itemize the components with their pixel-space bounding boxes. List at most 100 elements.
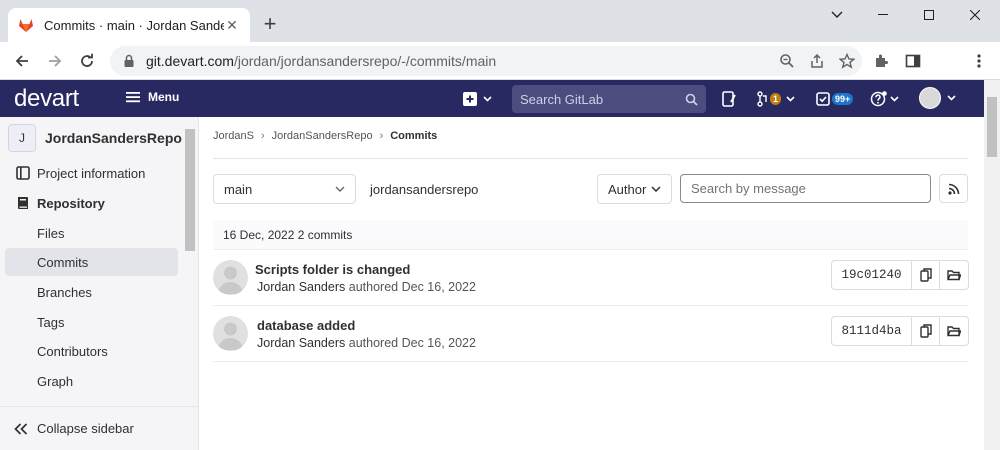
commit-date: Dec 16, 2022 bbox=[401, 336, 476, 350]
author-dropdown[interactable]: Author bbox=[597, 174, 672, 204]
url-host: git.devart.com bbox=[146, 53, 234, 69]
sidebar-item-label: Tags bbox=[37, 314, 65, 330]
create-new-button[interactable] bbox=[463, 88, 492, 110]
collapse-sidebar-button[interactable]: Collapse sidebar bbox=[0, 406, 198, 450]
extensions-icon[interactable] bbox=[869, 49, 893, 73]
side-panel-icon[interactable] bbox=[901, 49, 925, 73]
repo-name-label: jordansandersrepo bbox=[370, 182, 479, 197]
copy-sha-button[interactable] bbox=[912, 317, 940, 345]
devart-logo[interactable]: devart bbox=[14, 85, 79, 113]
merge-requests-button[interactable]: 1 bbox=[757, 88, 795, 110]
menu-button[interactable]: Menu bbox=[126, 90, 179, 104]
browser-menu-icon[interactable] bbox=[967, 49, 991, 73]
project-name: JordanSandersRepo bbox=[45, 130, 182, 146]
sidebar-item-label: Branches bbox=[37, 284, 92, 300]
project-avatar: J bbox=[8, 124, 36, 152]
commit-verb: authored bbox=[348, 336, 399, 350]
gitlab-favicon-icon bbox=[19, 19, 33, 32]
sidebar-item-commits[interactable]: Commits bbox=[5, 248, 178, 276]
breadcrumb-item-user[interactable]: JordanS bbox=[213, 130, 254, 142]
commit-sha-group: 8111d4ba bbox=[831, 316, 969, 346]
copy-icon bbox=[919, 268, 932, 282]
branch-value: main bbox=[224, 181, 253, 197]
chevron-down-icon bbox=[651, 186, 661, 192]
sidebar-item-contributors[interactable]: Contributors bbox=[5, 337, 178, 365]
sidebar-item-repository[interactable]: Repository bbox=[5, 189, 178, 217]
reload-icon[interactable] bbox=[75, 49, 99, 73]
folder-open-icon bbox=[947, 270, 961, 281]
commit-row: Scripts folder is changed Jordan Sanders… bbox=[213, 250, 969, 306]
sidebar-item-tags[interactable]: Tags bbox=[5, 308, 178, 336]
sidebar-item-graph[interactable]: Graph bbox=[5, 367, 178, 395]
breadcrumb-chevron-icon: › bbox=[379, 130, 384, 142]
maximize-icon[interactable] bbox=[906, 0, 952, 30]
tab-search-icon[interactable] bbox=[814, 0, 860, 30]
close-tab-icon[interactable]: ✕ bbox=[224, 17, 240, 33]
forward-arrow-icon[interactable] bbox=[43, 49, 67, 73]
back-arrow-icon[interactable] bbox=[10, 49, 34, 73]
address-bar: git.devart.com/jordan/jordansandersrepo/… bbox=[0, 42, 1000, 80]
sidebar-item-project-information[interactable]: Project information bbox=[5, 159, 178, 187]
close-window-icon[interactable] bbox=[952, 0, 998, 30]
sidebar-item-label: Repository bbox=[37, 195, 105, 211]
author-avatar[interactable] bbox=[213, 260, 248, 295]
share-icon[interactable] bbox=[802, 49, 832, 73]
todos-button[interactable]: 99+ bbox=[816, 88, 854, 110]
rss-icon bbox=[947, 183, 959, 195]
collapse-sidebar-label: Collapse sidebar bbox=[37, 421, 134, 436]
browse-files-button[interactable] bbox=[940, 261, 968, 289]
zoom-icon[interactable] bbox=[772, 49, 802, 73]
search-by-message-input[interactable] bbox=[680, 174, 931, 203]
gitlab-top-nav: devart Menu Search GitLab 1 99+ bbox=[0, 80, 984, 117]
url-path: /jordan/jordansandersrepo/-/commits/main bbox=[233, 53, 497, 69]
author-avatar[interactable] bbox=[213, 316, 248, 351]
page-scrollbar-thumb[interactable] bbox=[987, 97, 997, 157]
todo-check-icon bbox=[816, 92, 830, 106]
project-header[interactable]: J JordanSandersRepo bbox=[8, 121, 182, 155]
browser-tab[interactable]: Commits · main · Jordan Sanders ✕ bbox=[8, 8, 250, 42]
commit-sha-link[interactable]: 8111d4ba bbox=[832, 317, 912, 345]
breadcrumb-chevron-icon: › bbox=[260, 130, 265, 142]
copy-sha-button[interactable] bbox=[912, 261, 940, 289]
branch-dropdown[interactable]: main bbox=[213, 174, 356, 204]
issues-icon[interactable] bbox=[722, 88, 737, 110]
commit-sha-link[interactable]: 19c01240 bbox=[832, 261, 912, 289]
gitlab-search-input[interactable]: Search GitLab bbox=[512, 85, 706, 113]
lock-icon bbox=[124, 54, 134, 67]
commit-verb: authored bbox=[348, 280, 399, 294]
breadcrumb: JordanS › JordanSandersRepo › Commits bbox=[213, 130, 437, 142]
sidebar-item-label: Graph bbox=[37, 373, 74, 389]
plus-square-icon bbox=[463, 92, 477, 106]
commit-author[interactable]: Jordan Sanders bbox=[257, 336, 345, 350]
todo-count-badge: 99+ bbox=[832, 93, 854, 105]
sidebar-item-label: Contributors bbox=[37, 343, 108, 359]
project-sidebar: J JordanSandersRepo Project information … bbox=[0, 117, 199, 450]
page-scrollbar[interactable] bbox=[984, 80, 1000, 450]
merge-request-icon bbox=[757, 91, 767, 107]
commit-sha-group: 19c01240 bbox=[831, 260, 969, 290]
rss-feed-button[interactable] bbox=[939, 174, 968, 203]
browse-files-button[interactable] bbox=[940, 317, 968, 345]
new-tab-icon[interactable]: + bbox=[258, 13, 282, 37]
main-content: JordanS › JordanSandersRepo › Commits ma… bbox=[199, 117, 984, 450]
commit-author[interactable]: Jordan Sanders bbox=[257, 280, 345, 294]
copy-icon bbox=[919, 324, 932, 338]
help-button[interactable] bbox=[870, 88, 899, 110]
hamburger-icon bbox=[126, 92, 140, 103]
divider bbox=[213, 158, 968, 159]
search-placeholder: Search GitLab bbox=[520, 91, 604, 107]
sidebar-scrollbar[interactable] bbox=[185, 129, 195, 251]
user-menu-button[interactable] bbox=[919, 87, 956, 109]
chevron-down-icon bbox=[947, 95, 956, 101]
sidebar-item-files[interactable]: Files bbox=[5, 219, 178, 247]
url-field[interactable]: git.devart.com/jordan/jordansandersrepo/… bbox=[110, 46, 862, 76]
commit-title[interactable]: database added bbox=[257, 318, 355, 333]
browser-tabstrip: Commits · main · Jordan Sanders ✕ + bbox=[0, 0, 1000, 42]
bookmark-star-icon[interactable] bbox=[832, 49, 862, 73]
breadcrumb-item-current[interactable]: Commits bbox=[390, 130, 437, 142]
minimize-icon[interactable] bbox=[860, 0, 906, 30]
breadcrumb-item-project[interactable]: JordanSandersRepo bbox=[272, 130, 373, 142]
user-avatar bbox=[919, 87, 941, 109]
sidebar-item-branches[interactable]: Branches bbox=[5, 278, 178, 306]
commit-title[interactable]: Scripts folder is changed bbox=[255, 262, 410, 277]
